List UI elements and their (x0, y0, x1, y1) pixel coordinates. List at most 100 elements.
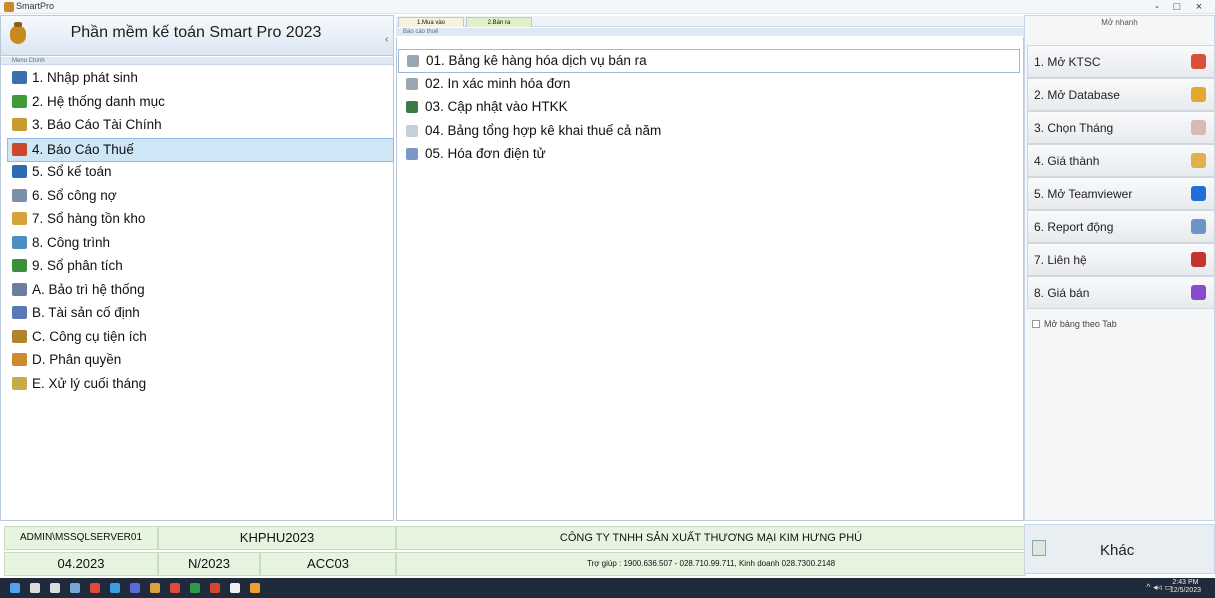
menu-item[interactable]: 6. Sổ công nợ (8, 185, 392, 207)
permission-icon (12, 353, 27, 366)
server-name: ADMIN\MSSQLSERVER01 (4, 526, 158, 550)
price-icon (1191, 285, 1206, 300)
quick-open-label: 2. Mở Database (1034, 88, 1120, 102)
quick-open-button[interactable]: 4. Giá thành (1027, 144, 1215, 177)
quick-open-label: 4. Giá thành (1034, 154, 1100, 168)
doc-icon (406, 77, 418, 90)
report-caption-bar (396, 28, 1024, 36)
task-view-icon[interactable] (50, 583, 60, 593)
analysis-icon (12, 259, 27, 272)
menu-item[interactable]: 8. Công trình (8, 232, 392, 254)
menu-item[interactable]: C. Công cụ tiện ích (8, 326, 392, 348)
database-icon (1191, 87, 1206, 102)
menu-item[interactable]: 3. Báo Cáo Tài Chính (8, 114, 392, 136)
report-item[interactable]: 01. Bảng kê hàng hóa dịch vụ bán ra (398, 49, 1020, 73)
other-icon (1032, 540, 1046, 556)
open-by-tab-checkbox[interactable] (1032, 320, 1040, 328)
money-bag-icon (10, 22, 26, 44)
menu-item[interactable]: 7. Sổ hàng tồn kho (8, 208, 392, 230)
sigma-icon (1191, 153, 1206, 168)
chrome-icon (1191, 54, 1206, 69)
menu-item[interactable]: 4. Báo Cáo Thuế (7, 137, 394, 162)
debt-icon (12, 188, 27, 202)
close-button[interactable]: × (1191, 0, 1207, 14)
quick-open-button[interactable]: 7. Liên hệ (1027, 243, 1215, 276)
quick-open-button[interactable]: 8. Giá bán (1027, 276, 1215, 309)
pin-icon[interactable]: ‹ (385, 34, 388, 45)
menu-item[interactable]: D. Phân quyền (8, 349, 392, 371)
report-item-label: 03. Cập nhật vào HTKK (425, 99, 568, 114)
clock-date: 12/5/2023 (1169, 587, 1201, 594)
menu-item[interactable]: B. Tài sản cố định (8, 302, 392, 324)
building-icon (12, 235, 27, 249)
year-code-field[interactable]: N/2023 (158, 552, 260, 576)
database-name: KHPHU2023 (158, 526, 396, 550)
menu-item[interactable]: A. Bảo trì hệ thống (8, 279, 392, 301)
quick-open-button[interactable]: 2. Mở Database (1027, 78, 1215, 111)
quick-open-header: Mở nhanh (1101, 18, 1138, 27)
window-titlebar (0, 0, 1215, 14)
app-icon[interactable] (210, 583, 220, 593)
phone-icon (1191, 252, 1206, 267)
hotline-text: Trợ giúp : 1900.636.507 - 028.710.99.711… (396, 552, 1026, 576)
menu-item-label: 7. Sổ hàng tồn kho (32, 211, 146, 226)
app-icon[interactable] (70, 583, 80, 593)
report-item[interactable]: 03. Cập nhật vào HTKK (398, 96, 1018, 118)
menu-item-label: 3. Báo Cáo Tài Chính (32, 117, 162, 132)
quick-open-label: 7. Liên hệ (1034, 253, 1087, 267)
inventory-icon (12, 212, 27, 225)
quick-open-button[interactable]: 1. Mở KTSC (1027, 45, 1215, 78)
menu-item-label: C. Công cụ tiện ích (32, 328, 147, 344)
menu-item-label: 5. Sổ kế toán (32, 164, 112, 179)
quick-open-button[interactable]: 3. Chọn Tháng (1027, 111, 1215, 144)
percent-icon (12, 142, 27, 156)
clock-time: 2:43 PM (1172, 579, 1199, 586)
app-name: Phần mềm kế toán Smart Pro 2023 (70, 24, 322, 41)
report-item-label: 02. In xác minh hóa đơn (425, 75, 571, 91)
app-icon (4, 2, 14, 12)
minimize-button[interactable]: - (1149, 0, 1165, 14)
menu-item-label: E. Xử lý cuối tháng (32, 375, 147, 391)
report-icon (1191, 219, 1206, 234)
menu-item[interactable]: E. Xử lý cuối tháng (8, 373, 392, 395)
maximize-button[interactable]: □ (1169, 0, 1185, 14)
file-icon[interactable] (230, 583, 240, 593)
edge-icon[interactable] (110, 583, 120, 593)
menu-item[interactable]: 2. Hệ thống danh mục (8, 91, 392, 113)
quick-open-button[interactable]: 6. Report động (1027, 210, 1215, 243)
chrome-icon[interactable] (90, 583, 100, 593)
clock[interactable]: 2:43 PM 12/5/2023 (1170, 579, 1201, 595)
tab-purchases[interactable]: 1.Mua vào (398, 17, 464, 27)
menu-item[interactable]: 5. Sổ kế toán (8, 161, 392, 183)
diamond-icon[interactable] (250, 583, 260, 593)
search-icon[interactable] (30, 583, 40, 593)
menu-caption: Menu Chính (12, 58, 45, 64)
menu-item[interactable]: 9. Sổ phân tích (8, 255, 392, 277)
account-field[interactable]: ACC03 (260, 552, 396, 576)
report-item[interactable]: 02. In xác minh hóa đơn (398, 73, 1018, 95)
company-name: CÔNG TY TNHH SẢN XUẤT THƯƠNG MẠI KIM HƯN… (396, 526, 1026, 550)
open-by-tab-label: Mở bảng theo Tab (1044, 319, 1117, 329)
period-field[interactable]: 04.2023 (4, 552, 158, 576)
quick-open-label: 6. Report động (1034, 220, 1114, 234)
menu-item-label: 6. Sổ công nợ (32, 187, 117, 203)
menu-item-label: 2. Hệ thống danh mục (32, 93, 165, 109)
excel-icon[interactable] (190, 583, 200, 593)
window-title: SmartPro (16, 1, 55, 11)
windows-icon[interactable] (10, 583, 20, 593)
tab-sales[interactable]: 2.Bán ra (466, 17, 532, 27)
menu-item-label: A. Bảo trì hệ thống (32, 281, 145, 297)
tools-icon (12, 329, 27, 343)
user-icon[interactable] (150, 583, 160, 593)
quick-open-button[interactable]: 5. Mở Teamviewer (1027, 177, 1215, 210)
teams-icon[interactable] (130, 583, 140, 593)
summary-icon (406, 124, 418, 137)
report-item-label: 05. Hóa đơn điện tử (425, 146, 546, 161)
menu-item[interactable]: 1. Nhập phát sinh (8, 67, 392, 89)
doc-icon (407, 55, 419, 67)
report-item[interactable]: 05. Hóa đơn điện tử (398, 143, 1018, 165)
einvoice-icon (406, 148, 418, 160)
menu-item-label: 9. Sổ phân tích (32, 258, 123, 273)
chrome-icon[interactable] (170, 583, 180, 593)
report-item[interactable]: 04. Bảng tổng hợp kê khai thuế cả năm (398, 120, 1018, 142)
